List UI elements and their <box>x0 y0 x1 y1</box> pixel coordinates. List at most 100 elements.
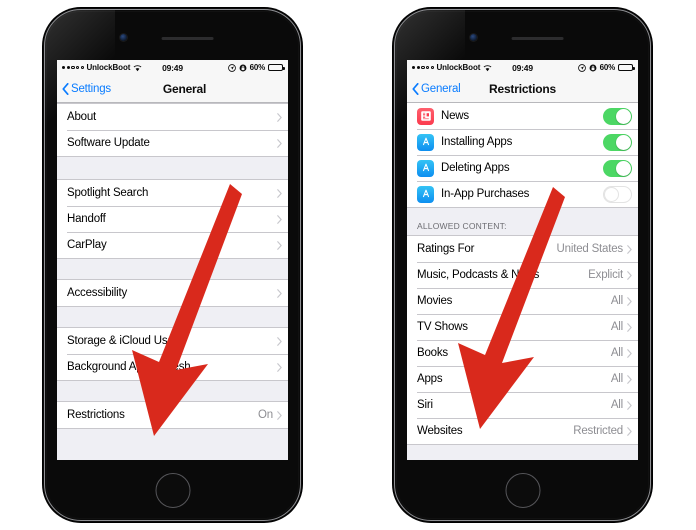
restrictions-list: News Installing Apps Deleting Apps In-Ap… <box>407 103 638 460</box>
list-item-ratings-for[interactable]: Ratings For United States <box>407 236 638 262</box>
row-value: All <box>610 321 623 333</box>
battery-icon <box>618 63 635 72</box>
status-bar: UnlockBoot 09:49 60% <box>57 60 288 75</box>
list-item-installing-apps[interactable]: Installing Apps <box>407 129 638 155</box>
list-item[interactable]: Storage & iCloud Usage <box>57 328 288 354</box>
row-label: Ratings For <box>417 243 475 255</box>
signal-strength-icon <box>412 65 434 70</box>
row-label: Storage & iCloud Usage <box>67 335 186 347</box>
chevron-right-icon <box>277 214 282 224</box>
earpiece-speaker <box>511 37 564 40</box>
chevron-right-icon <box>277 336 282 346</box>
row-label: Software Update <box>67 137 150 149</box>
clock-label: 09:49 <box>162 62 183 73</box>
list-item-music-podcasts-news[interactable]: Music, Podcasts & News Explicit <box>407 262 638 288</box>
list-item-deleting-apps[interactable]: Deleting Apps <box>407 155 638 181</box>
row-label: News <box>441 110 469 122</box>
list-item-restrictions[interactable]: Restrictions On <box>57 402 288 428</box>
row-value: All <box>610 295 623 307</box>
chevron-right-icon <box>277 362 282 372</box>
chevron-right-icon <box>627 400 632 410</box>
list-item-tv-shows[interactable]: TV Shows All <box>407 314 638 340</box>
row-label: Restrictions <box>67 409 125 421</box>
row-value: United States <box>556 243 624 255</box>
chevron-left-icon <box>62 82 69 95</box>
row-value: Restricted <box>573 425 623 437</box>
battery-icon <box>268 63 285 72</box>
list-item[interactable]: Background App Refresh <box>57 354 288 380</box>
status-bar-left: UnlockBoot <box>412 63 512 72</box>
earpiece-speaker <box>161 37 214 40</box>
list-item-books[interactable]: Books All <box>407 340 638 366</box>
front-camera <box>120 34 127 41</box>
wifi-icon <box>133 64 142 71</box>
list-item[interactable]: Spotlight Search <box>57 180 288 206</box>
toggle-switch-installing-apps[interactable] <box>603 133 632 151</box>
list-item-in-app-purchases[interactable]: In-App Purchases <box>407 181 638 207</box>
list-item-websites[interactable]: Websites Restricted <box>407 418 638 444</box>
app-store-glyph <box>422 189 429 198</box>
list-item-apps[interactable]: Apps All <box>407 366 638 392</box>
row-value: All <box>610 399 623 411</box>
settings-group-4: Storage & iCloud Usage Background App Re… <box>57 327 288 381</box>
screen-left: UnlockBoot 09:49 60% Settings General Ab… <box>57 60 288 460</box>
signal-strength-icon <box>62 65 84 70</box>
settings-group-3: Accessibility <box>57 279 288 307</box>
app-store-glyph <box>422 163 429 172</box>
home-button[interactable] <box>505 473 540 508</box>
app-store-icon <box>417 159 434 177</box>
list-item[interactable]: CarPlay <box>57 232 288 258</box>
chevron-right-icon <box>627 270 632 280</box>
row-label: Apps <box>417 373 443 385</box>
list-item[interactable]: About <box>57 104 288 130</box>
toggle-switch-news[interactable] <box>603 107 632 125</box>
row-label: Websites <box>417 425 463 437</box>
navigation-bar-left: Settings General <box>57 75 288 103</box>
front-camera <box>470 34 477 41</box>
list-item[interactable]: Handoff <box>57 206 288 232</box>
list-item[interactable]: Software Update <box>57 130 288 156</box>
row-label: Movies <box>417 295 453 307</box>
row-label: Spotlight Search <box>67 187 149 199</box>
list-item-siri[interactable]: Siri All <box>407 392 638 418</box>
list-item-news[interactable]: News <box>407 103 638 129</box>
allowed-content-group: Ratings For United States Music, Podcast… <box>407 235 638 445</box>
row-label: Handoff <box>67 213 106 225</box>
navigation-bar-right: General Restrictions <box>407 75 638 103</box>
chevron-left-icon <box>412 82 419 95</box>
iphone-device-right: UnlockBoot 09:49 60% General Restriction… <box>393 8 652 522</box>
chevron-right-icon <box>277 188 282 198</box>
row-value: Explicit <box>588 269 623 281</box>
chevron-right-icon <box>277 410 282 420</box>
alarm-lock-icon <box>589 64 597 71</box>
chevron-right-icon <box>277 112 282 122</box>
news-app-icon <box>417 107 434 125</box>
settings-group-1: About Software Update <box>57 103 288 157</box>
chevron-right-icon <box>277 240 282 250</box>
row-label: Deleting Apps <box>441 162 510 174</box>
back-button-general[interactable]: General <box>407 82 461 95</box>
row-label: Music, Podcasts & News <box>417 269 540 281</box>
back-button-settings[interactable]: Settings <box>57 82 111 95</box>
chevron-right-icon <box>627 322 632 332</box>
restrictions-toggle-group: News Installing Apps Deleting Apps In-Ap… <box>407 103 638 208</box>
section-header-allowed-content: ALLOWED CONTENT: <box>407 208 638 235</box>
toggle-switch-deleting-apps[interactable] <box>603 159 632 177</box>
list-item[interactable]: Accessibility <box>57 280 288 306</box>
settings-group-2: Spotlight Search Handoff CarPlay <box>57 179 288 259</box>
home-button[interactable] <box>155 473 190 508</box>
row-value: All <box>610 373 623 385</box>
toggle-switch-in-app-purchases[interactable] <box>603 185 632 203</box>
status-bar-right: 60% <box>183 63 285 72</box>
app-store-icon <box>417 185 434 203</box>
row-label: Accessibility <box>67 287 128 299</box>
wifi-icon <box>483 64 492 71</box>
row-label: Books <box>417 347 448 359</box>
chevron-right-icon <box>627 374 632 384</box>
chevron-right-icon <box>627 348 632 358</box>
row-label: TV Shows <box>417 321 468 333</box>
battery-percent-label: 60% <box>599 63 616 72</box>
chevron-right-icon <box>627 296 632 306</box>
list-item-movies[interactable]: Movies All <box>407 288 638 314</box>
carrier-label: UnlockBoot <box>436 63 481 72</box>
